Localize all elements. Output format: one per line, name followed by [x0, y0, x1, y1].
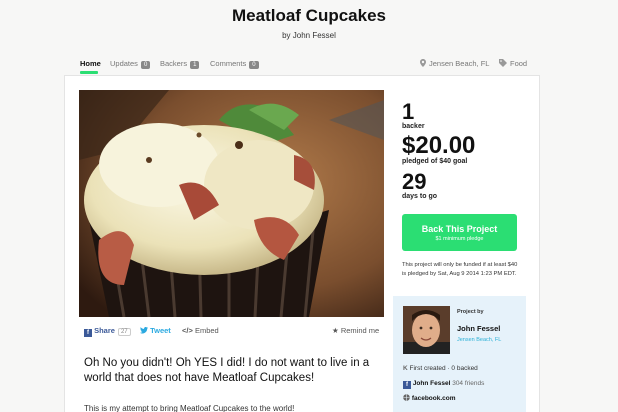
tag-icon: [499, 59, 507, 67]
creator-location[interactable]: Jensen Beach, FL: [457, 337, 501, 343]
creator-website[interactable]: facebook.com: [403, 394, 456, 402]
creator-panel: Project by John Fessel Jensen Beach, FL …: [393, 296, 526, 412]
updates-count-badge: 0: [140, 61, 151, 69]
back-project-button[interactable]: Back This Project $1 minimum pledge: [402, 214, 517, 251]
twitter-icon: [140, 326, 148, 334]
location-link[interactable]: Jensen Beach, FL: [420, 59, 489, 68]
facebook-icon: f: [84, 329, 92, 337]
funding-note: This project will only be funded if at l…: [402, 262, 518, 277]
tab-home[interactable]: Home: [80, 59, 101, 68]
creator-history: K First created · 0 backed: [403, 365, 478, 372]
kickstarter-icon: K: [403, 365, 408, 372]
creator-history-text: First created · 0 backed: [409, 365, 478, 372]
days-stat: 29 days to go: [402, 169, 438, 201]
remind-me-button[interactable]: ★ Remind me: [332, 326, 379, 335]
embed-button[interactable]: </> Embed: [182, 326, 219, 335]
star-icon: ★: [332, 326, 339, 335]
comments-count-badge: 0: [249, 61, 259, 69]
minimum-pledge-label: $1 minimum pledge: [435, 236, 484, 242]
project-pitch: Oh No you didn't! Oh YES I did! I do not…: [84, 357, 370, 384]
back-project-label: Back This Project: [421, 224, 498, 234]
tab-backers-label: Backers: [160, 59, 188, 68]
remind-me-label: Remind me: [340, 326, 380, 335]
facebook-share-label: Share: [94, 326, 115, 335]
location-pin-icon: [420, 59, 426, 67]
days-label: days to go: [402, 193, 438, 200]
project-video-image[interactable]: [79, 90, 384, 317]
days-count: 29: [402, 169, 427, 194]
project-title: Meatloaf Cupcakes: [232, 6, 386, 25]
project-description: This is my attempt to bring Meatloaf Cup…: [84, 404, 295, 412]
active-tab-indicator: [80, 71, 98, 74]
globe-icon: [403, 394, 410, 401]
backers-label: backer: [402, 123, 425, 130]
tab-updates-label: Updates: [110, 59, 138, 68]
project-byline[interactable]: by John Fessel: [0, 31, 618, 40]
facebook-share-button[interactable]: f Share 27: [84, 326, 131, 337]
tab-updates[interactable]: Updates 0: [110, 59, 151, 69]
friends-count: 304 friends: [452, 380, 485, 387]
tweet-button[interactable]: Tweet: [140, 326, 171, 335]
tab-comments[interactable]: Comments 0: [210, 59, 259, 69]
pledged-amount: $20.00: [402, 132, 476, 159]
category-label: Food: [510, 59, 528, 68]
embed-label: Embed: [194, 326, 219, 335]
backers-count: 1: [402, 99, 415, 124]
creator-facebook[interactable]: f John Fessel 304 friends: [403, 380, 484, 389]
share-count: 27: [117, 328, 131, 336]
share-row: f Share 27 Tweet </> Embed ★ Remind me: [84, 326, 384, 338]
project-nav: Home Updates 0 Backers 1 Comments 0 Jensen …: [80, 57, 540, 74]
pledged-stat: $20.00 pledged of $40 goal: [402, 132, 476, 166]
pledged-label: pledged of $40 goal: [402, 158, 468, 165]
facebook-icon: f: [403, 381, 411, 389]
website-label: facebook.com: [411, 395, 456, 402]
avatar[interactable]: [403, 306, 450, 354]
facebook-name: John Fessel: [412, 380, 451, 387]
backers-stat: 1 backer: [402, 99, 425, 131]
backers-count-badge: 1: [190, 61, 200, 69]
creator-name[interactable]: John Fessel: [457, 324, 500, 333]
location-label: Jensen Beach, FL: [429, 59, 490, 68]
project-by-label: Project by: [457, 309, 484, 315]
tweet-label: Tweet: [150, 326, 171, 335]
category-link[interactable]: Food: [499, 59, 527, 68]
tab-comments-label: Comments: [210, 59, 247, 68]
tab-backers[interactable]: Backers 1: [160, 59, 200, 69]
embed-icon: </>: [182, 326, 193, 335]
